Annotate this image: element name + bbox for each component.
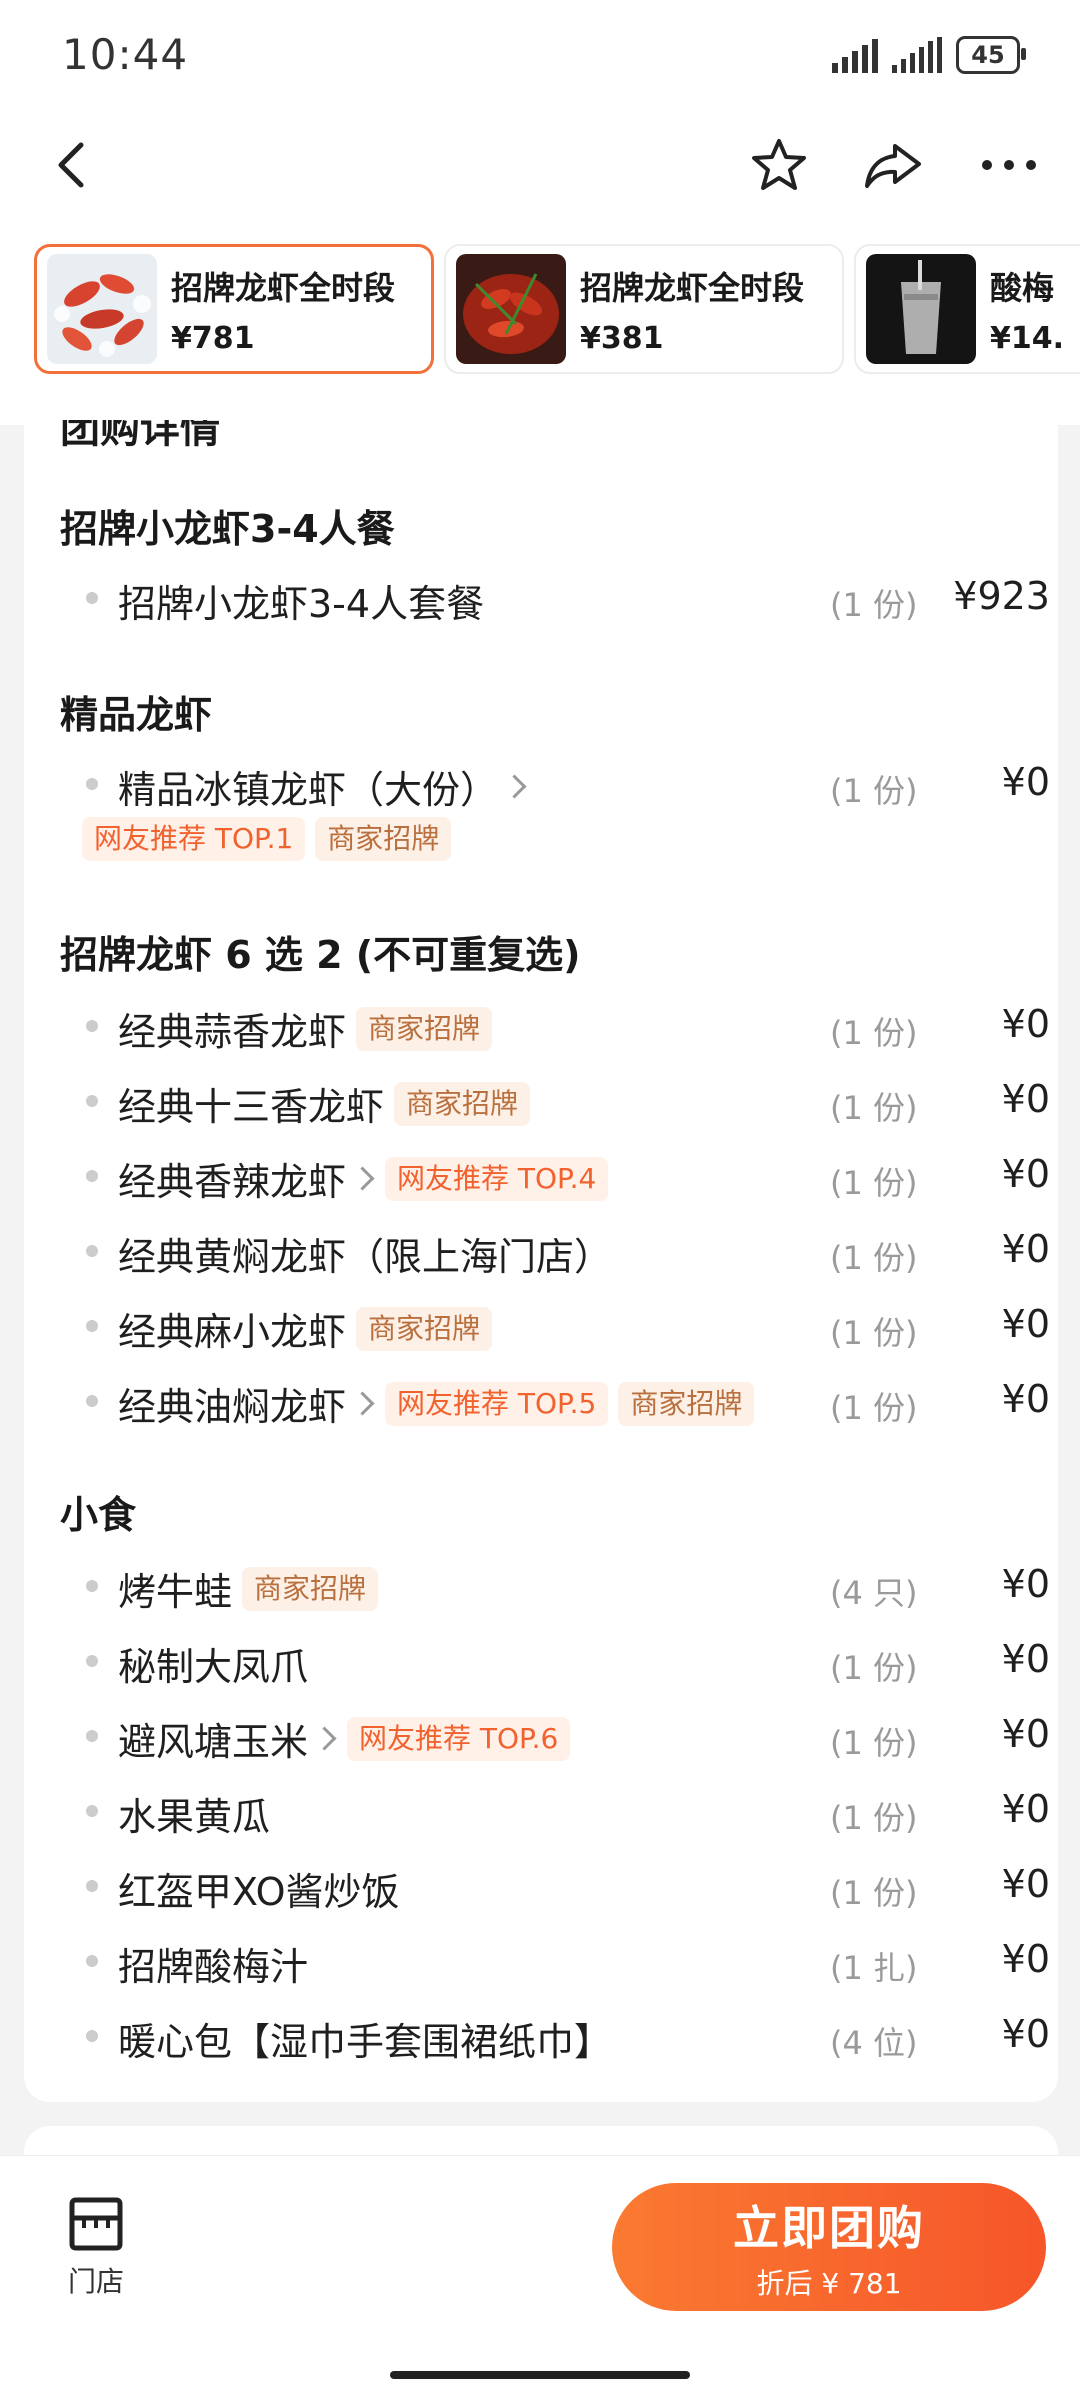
more-icon[interactable] — [974, 130, 1044, 200]
top-tag: 网友推荐 TOP.5 — [385, 1381, 609, 1426]
top-tag: 网友推荐 TOP.4 — [385, 1156, 609, 1201]
merchant-tag: 商家招牌 — [242, 1566, 379, 1611]
chevron-right-icon — [502, 774, 527, 799]
merchant-tag: 商家招牌 — [394, 1081, 531, 1126]
deal-tab-title: 酸梅 — [990, 268, 1055, 307]
merchant-tag: 商家招牌 — [356, 1006, 493, 1051]
star-icon[interactable] — [744, 130, 814, 200]
bottom-action-bar: 门店 立即团购 折后 ¥ 781 — [0, 2155, 1080, 2388]
list-item: 经典十三香龙虾 商家招牌 (1 份) ¥0 — [60, 1071, 1050, 1131]
top-tag: 网友推荐 TOP.6 — [347, 1716, 571, 1761]
buy-now-button[interactable]: 立即团购 折后 ¥ 781 — [612, 2183, 1046, 2311]
back-icon[interactable] — [36, 130, 106, 200]
list-item[interactable]: 经典油焖龙虾 网友推荐 TOP.5 商家招牌 (1 份) ¥0 — [60, 1371, 1050, 1431]
tag-group: 网友推荐 TOP.1 商家招牌 — [82, 817, 452, 861]
top-tag: 网友推荐 TOP.1 — [82, 817, 306, 861]
share-icon[interactable] — [858, 130, 928, 200]
section-title: 招牌龙虾 6 选 2 (不可重复选) — [60, 933, 581, 977]
buy-now-label: 立即团购 — [733, 2201, 925, 2255]
list-item[interactable]: 避风塘玉米 网友推荐 TOP.6 (1 份) ¥0 — [60, 1706, 1050, 1766]
section-title: 招牌小龙虾3-4人餐 — [60, 507, 395, 551]
home-indicator[interactable] — [390, 2371, 690, 2379]
deal-tab-title: 招牌龙虾全时段 — [171, 268, 396, 307]
spicy-crayfish-image — [456, 254, 566, 364]
plum-juice-image — [866, 254, 976, 364]
deal-tab-title: 招牌龙虾全时段 — [580, 268, 805, 307]
crayfish-ice-image — [47, 254, 157, 364]
battery-icon: 45 — [956, 36, 1026, 74]
list-item: 暖心包【湿巾手套围裙纸巾】 (4 位) ¥0 — [60, 2006, 1050, 2066]
detail-heading: 团购详情 — [60, 420, 220, 452]
merchant-tag: 商家招牌 — [618, 1381, 755, 1426]
list-item[interactable]: 精品冰镇龙虾（大份） (1 份) ¥0 — [60, 754, 1050, 814]
discounted-price: 折后 ¥ 781 — [756, 2267, 902, 2300]
chevron-right-icon — [350, 1166, 375, 1191]
merchant-tag: 商家招牌 — [356, 1306, 493, 1351]
status-icons: 45 — [832, 36, 1026, 74]
deal-tab-price: ¥14. — [990, 320, 1065, 356]
deal-detail-card: 团购详情 招牌小龙虾3-4人餐 招牌小龙虾3-4人套餐 (1 份) ¥923 精… — [24, 420, 1058, 2102]
deal-tab-price: ¥381 — [580, 320, 664, 356]
list-item: 秘制大凤爪 (1 份) ¥0 — [60, 1631, 1050, 1691]
section-title: 精品龙虾 — [60, 693, 213, 737]
store-label: 门店 — [67, 2265, 124, 2298]
list-item: 经典麻小龙虾 商家招牌 (1 份) ¥0 — [60, 1296, 1050, 1356]
chevron-right-icon — [312, 1726, 337, 1751]
list-item: 经典黄焖龙虾（限上海门店） (1 份) ¥0 — [60, 1221, 1050, 1281]
store-button[interactable]: 门店 — [60, 2196, 132, 2300]
list-item: 经典蒜香龙虾 商家招牌 (1 份) ¥0 — [60, 996, 1050, 1056]
deal-tab[interactable]: 招牌龙虾全时段 ¥781 — [34, 244, 434, 374]
deal-tab[interactable]: 酸梅 ¥14. — [854, 244, 1080, 374]
signal-2-icon — [892, 37, 942, 73]
top-bar: 10:44 45 招牌龙虾全时段 ¥781 招牌龙虾全时段 ¥381 酸梅 ¥1… — [0, 0, 1080, 425]
chevron-right-icon — [350, 1391, 375, 1416]
list-item: 水果黄瓜 (1 份) ¥0 — [60, 1781, 1050, 1841]
section-title: 小食 — [60, 1493, 137, 1537]
status-time: 10:44 — [62, 30, 189, 79]
deal-tab-price: ¥781 — [171, 320, 255, 356]
store-icon — [69, 2197, 123, 2251]
list-item: 烤牛蛙 商家招牌 (4 只) ¥0 — [60, 1556, 1050, 1616]
list-item: 招牌小龙虾3-4人套餐 (1 份) ¥923 — [60, 568, 1050, 628]
signal-icon — [832, 37, 878, 73]
list-item: 红盔甲XO酱炒饭 (1 份) ¥0 — [60, 1856, 1050, 1916]
merchant-tag: 商家招牌 — [315, 817, 452, 861]
deal-tabs: 招牌龙虾全时段 ¥781 招牌龙虾全时段 ¥381 酸梅 ¥14. — [34, 244, 1080, 380]
list-item[interactable]: 经典香辣龙虾 网友推荐 TOP.4 (1 份) ¥0 — [60, 1146, 1050, 1206]
list-item: 招牌酸梅汁 (1 扎) ¥0 — [60, 1931, 1050, 1991]
deal-tab[interactable]: 招牌龙虾全时段 ¥381 — [444, 244, 844, 374]
